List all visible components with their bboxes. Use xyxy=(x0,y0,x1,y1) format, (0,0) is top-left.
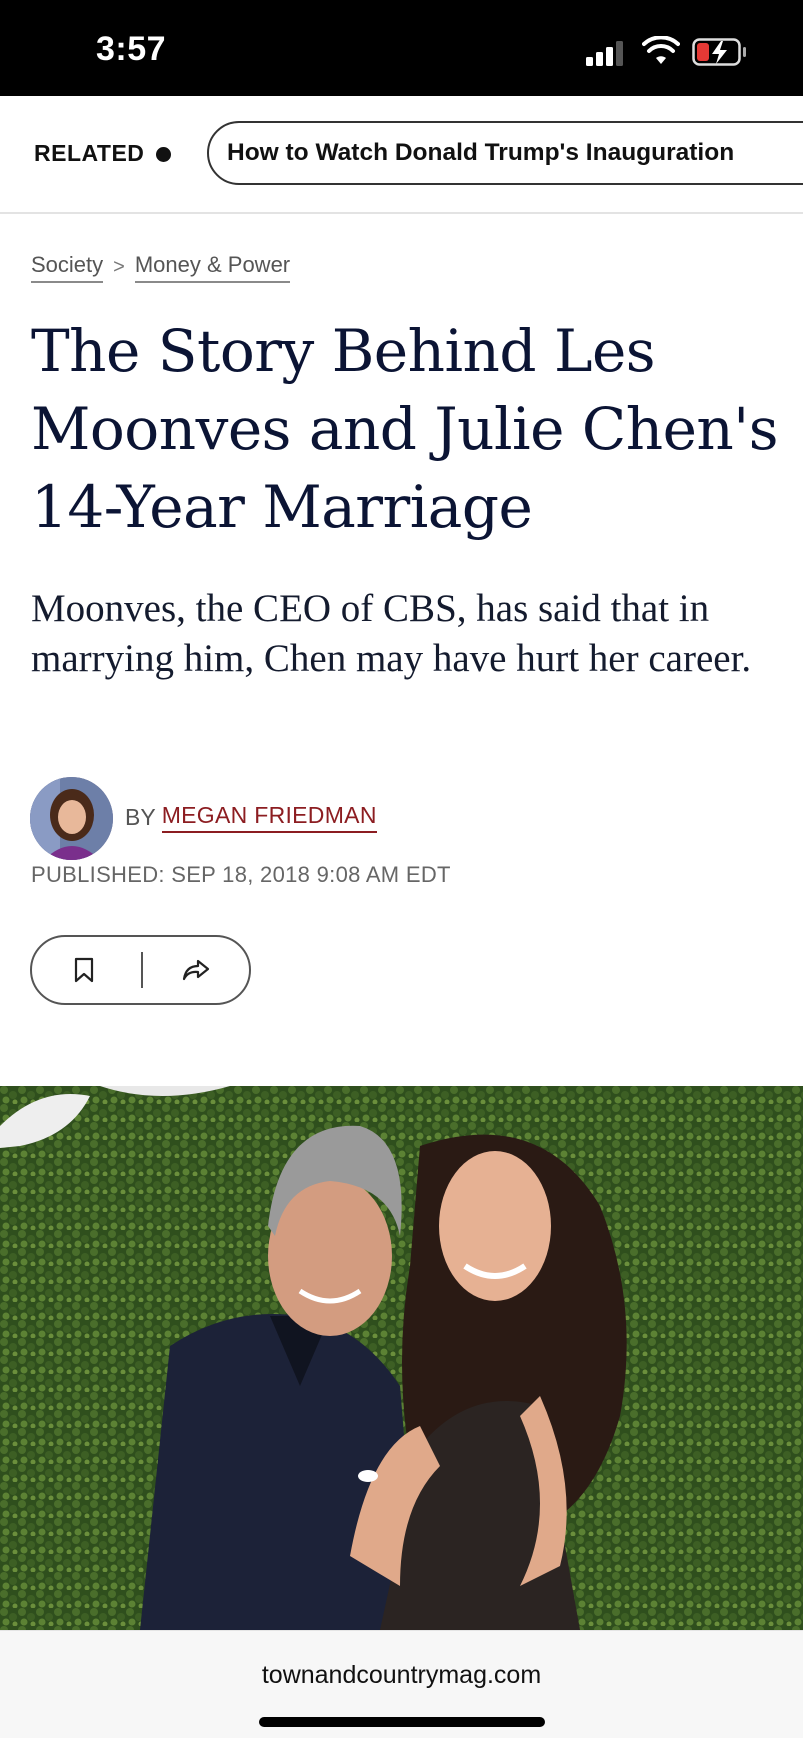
bookmark-icon xyxy=(74,957,94,983)
status-time: 3:57 xyxy=(96,30,167,68)
article-headline: The Story Behind Les Moonves and Julie C… xyxy=(31,317,778,541)
related-bar: RELATED How to Watch Donald Trump's Inau… xyxy=(0,96,803,214)
author-link[interactable]: MEGAN FRIEDMAN xyxy=(161,802,377,833)
cellular-signal-icon xyxy=(586,40,628,66)
breadcrumb-money-power[interactable]: Money & Power xyxy=(134,252,291,283)
article-dek: Moonves, the CEO of CBS, has said that i… xyxy=(31,587,752,680)
photo-les-moonves-julie-chen xyxy=(0,1086,803,1630)
related-article-link[interactable]: How to Watch Donald Trump's Inauguration xyxy=(207,121,803,185)
related-label: RELATED xyxy=(34,140,145,166)
breadcrumb-separator: > xyxy=(113,256,125,278)
breadcrumb-society[interactable]: Society xyxy=(31,252,104,283)
share-button[interactable] xyxy=(146,937,246,1003)
hero-image xyxy=(0,1086,803,1630)
author-avatar[interactable] xyxy=(30,777,113,860)
bookmark-button[interactable] xyxy=(34,937,134,1003)
home-indicator[interactable] xyxy=(259,1717,545,1727)
byline: BY MEGAN FRIEDMAN xyxy=(125,802,377,833)
share-icon xyxy=(182,959,210,981)
breadcrumb: Society > Money & Power xyxy=(31,252,291,283)
wifi-icon xyxy=(642,36,680,64)
publish-date: PUBLISHED: SEP 18, 2018 9:08 AM EDT xyxy=(31,862,451,887)
byline-prefix: BY xyxy=(125,804,156,830)
browser-url-bar[interactable]: townandcountrymag.com xyxy=(0,1630,803,1738)
related-dot xyxy=(156,147,171,162)
battery-charging-icon xyxy=(692,38,746,66)
status-bar: 3:57 xyxy=(0,0,803,96)
url-text[interactable]: townandcountrymag.com xyxy=(0,1661,803,1690)
action-divider xyxy=(141,952,143,988)
article-actions xyxy=(30,935,251,1005)
